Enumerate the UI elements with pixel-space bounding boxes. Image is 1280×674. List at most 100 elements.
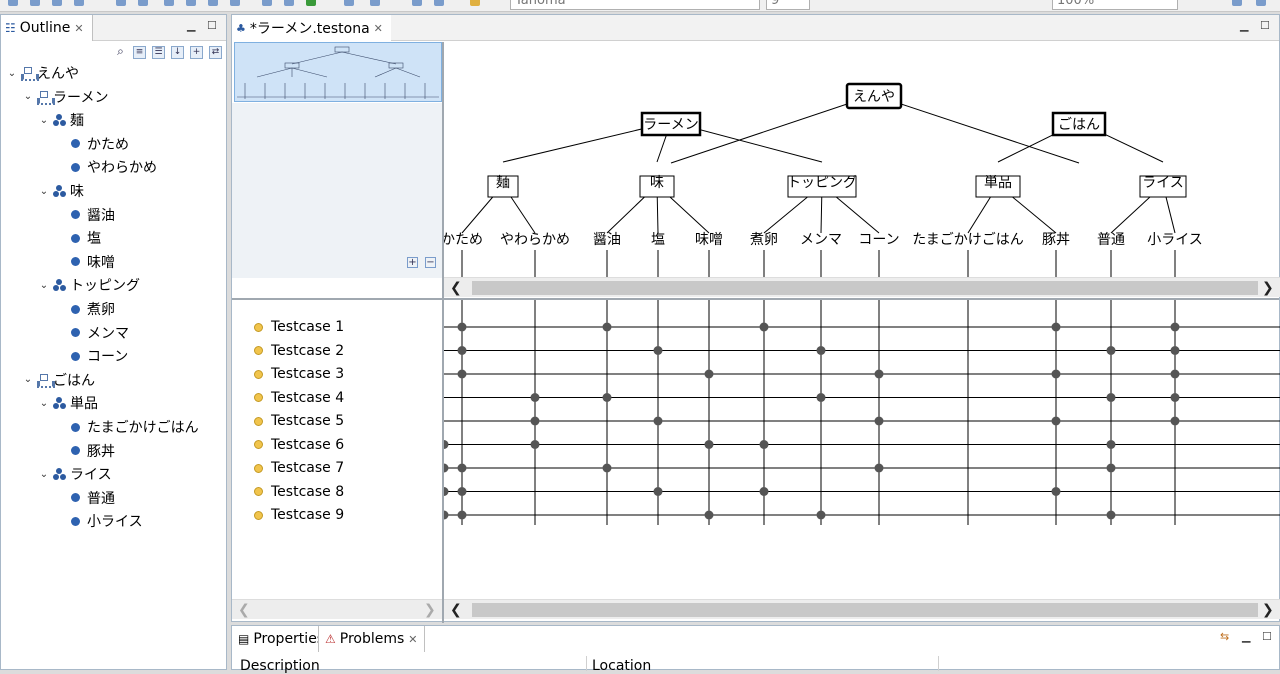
- testcase-mark[interactable]: [1106, 346, 1116, 355]
- font-size-select[interactable]: 9: [766, 0, 810, 10]
- testcase-mark[interactable]: [530, 440, 540, 449]
- expand-icon[interactable]: +: [407, 257, 418, 268]
- testcase-row[interactable]: Testcase 6: [254, 434, 344, 456]
- tree-node-item[interactable]: ⌄ 単品: [39, 392, 98, 414]
- chevron-down-icon[interactable]: ⌄: [23, 374, 33, 385]
- tree-leaf-item[interactable]: 煮卵: [69, 298, 115, 320]
- list-icon[interactable]: ☰: [152, 45, 165, 59]
- export-icon[interactable]: [284, 0, 294, 6]
- scroll-left-icon[interactable]: ❮: [450, 600, 462, 620]
- run-icon[interactable]: [306, 0, 316, 6]
- testcase-mark[interactable]: [444, 510, 449, 520]
- scroll-right-icon[interactable]: ❯: [424, 600, 436, 620]
- testcase-mark[interactable]: [759, 440, 769, 449]
- testcase-mark[interactable]: [653, 346, 663, 355]
- testcase-mark[interactable]: [816, 393, 826, 402]
- testcase-matrix[interactable]: [444, 300, 1280, 600]
- tab-editor[interactable]: ♣ *ラーメン.testona ✕: [232, 15, 391, 41]
- tree-node-item[interactable]: ⌄ 麺: [39, 109, 84, 131]
- tree-node-item[interactable]: ⌄ トッピング: [39, 274, 140, 296]
- classify-icon[interactable]: [164, 0, 174, 6]
- tab-problems[interactable]: ⚠ Problems ✕: [318, 626, 425, 652]
- node-tool-icon[interactable]: [412, 0, 422, 6]
- classification-tree-canvas[interactable]: えんやラーメン麺かため やわらかめ 味醤油 塩 味噌 トッピング煮卵 メンマ コーン ごはん単品…: [444, 42, 1280, 278]
- scroll-left-icon[interactable]: ❮: [238, 600, 250, 620]
- testcase-mark[interactable]: [874, 369, 884, 379]
- tree-hscrollbar[interactable]: ❮ ❯: [444, 277, 1280, 297]
- maximize-icon[interactable]: ☐: [207, 19, 217, 32]
- testcase-mark[interactable]: [602, 393, 612, 402]
- testcase-mark[interactable]: [653, 416, 663, 426]
- open-perspective-icon[interactable]: [1256, 0, 1266, 6]
- tree-leaf-item[interactable]: やわらかめ: [69, 156, 157, 178]
- save-icon[interactable]: [8, 0, 18, 6]
- testcase-mark[interactable]: [704, 440, 714, 449]
- close-icon[interactable]: ✕: [408, 633, 417, 646]
- close-icon[interactable]: ✕: [74, 22, 83, 35]
- collapse-icon[interactable]: −: [425, 257, 436, 268]
- print-icon[interactable]: [52, 0, 62, 6]
- testcase-mark[interactable]: [816, 346, 826, 355]
- tree-leaf-item[interactable]: コーン: [69, 345, 128, 367]
- tree-leaf-item[interactable]: かため: [69, 133, 129, 155]
- testcase-mark[interactable]: [1106, 393, 1116, 402]
- chevron-down-icon[interactable]: ⌄: [39, 398, 49, 409]
- group-tool-icon[interactable]: [434, 0, 444, 6]
- scroll-thumb[interactable]: [472, 281, 1258, 295]
- close-icon[interactable]: ✕: [374, 22, 383, 35]
- testcase-mark[interactable]: [759, 322, 769, 332]
- testcase-mark[interactable]: [530, 393, 540, 402]
- minimize-icon[interactable]: ▁: [187, 19, 195, 32]
- chevron-down-icon[interactable]: ⌄: [23, 91, 33, 102]
- testcase-mark[interactable]: [1170, 322, 1180, 332]
- testcase-row[interactable]: Testcase 4: [254, 387, 344, 409]
- chevron-down-icon[interactable]: ⌄: [7, 68, 17, 79]
- testcase-mark[interactable]: [874, 463, 884, 473]
- scroll-thumb[interactable]: [472, 603, 1258, 617]
- testcase-row[interactable]: Testcase 1: [254, 316, 344, 338]
- tree-node-item[interactable]: ⌄ ラーメン: [23, 86, 109, 108]
- tree-node-item[interactable]: ⌄ ごはん: [23, 369, 95, 391]
- tree-leaf-item[interactable]: 塩: [69, 227, 101, 249]
- testcase-mark[interactable]: [1051, 369, 1061, 379]
- testcase-row[interactable]: Testcase 3: [254, 363, 344, 385]
- minimize-icon[interactable]: ▁: [1240, 19, 1248, 32]
- matrix-hscrollbar[interactable]: ❮ ❯: [444, 599, 1280, 619]
- testcase-row[interactable]: Testcase 5: [254, 410, 344, 432]
- open-icon[interactable]: [30, 0, 40, 6]
- testcase-mark[interactable]: [457, 346, 467, 355]
- info-icon[interactable]: [74, 0, 84, 6]
- edit-icon[interactable]: [230, 0, 240, 6]
- testcase-mark[interactable]: [457, 487, 467, 496]
- zoom-select[interactable]: 100%: [1052, 0, 1178, 10]
- testcase-mark[interactable]: [1106, 463, 1116, 473]
- tree-leaf-item[interactable]: 味噌: [69, 251, 115, 273]
- add-node-icon[interactable]: [186, 0, 196, 6]
- testcase-row[interactable]: Testcase 8: [254, 481, 344, 503]
- testcase-mark[interactable]: [602, 463, 612, 473]
- tree-leaf-item[interactable]: たまごかけごはん: [69, 416, 199, 438]
- add-class-icon[interactable]: [208, 0, 218, 6]
- minimize-icon[interactable]: ▁: [1242, 630, 1250, 643]
- testcase-mark[interactable]: [444, 440, 449, 449]
- search-icon[interactable]: ⌕: [114, 45, 127, 59]
- table-icon[interactable]: [262, 0, 272, 6]
- testcase-mark[interactable]: [1051, 322, 1061, 332]
- sync-icon[interactable]: ⇆: [1220, 630, 1229, 643]
- testcase-mark[interactable]: [1051, 487, 1061, 496]
- tree-leaf-item[interactable]: 普通: [69, 487, 115, 509]
- testcase-mark[interactable]: [457, 463, 467, 473]
- testcase-mark[interactable]: [1170, 416, 1180, 426]
- scroll-left-icon[interactable]: ❮: [450, 278, 462, 298]
- column-location[interactable]: Location: [592, 658, 651, 674]
- testcase-mark[interactable]: [444, 463, 449, 473]
- maximize-icon[interactable]: ☐: [1262, 630, 1272, 643]
- testcase-mark[interactable]: [602, 322, 612, 332]
- testcase-mark[interactable]: [1170, 369, 1180, 379]
- testcase-row[interactable]: Testcase 7: [254, 457, 344, 479]
- chevron-down-icon[interactable]: ⌄: [39, 186, 49, 197]
- testcase-mark[interactable]: [653, 487, 663, 496]
- column-description[interactable]: Description: [240, 658, 320, 674]
- testcase-mark[interactable]: [1170, 393, 1180, 402]
- scroll-right-icon[interactable]: ❯: [1262, 278, 1274, 298]
